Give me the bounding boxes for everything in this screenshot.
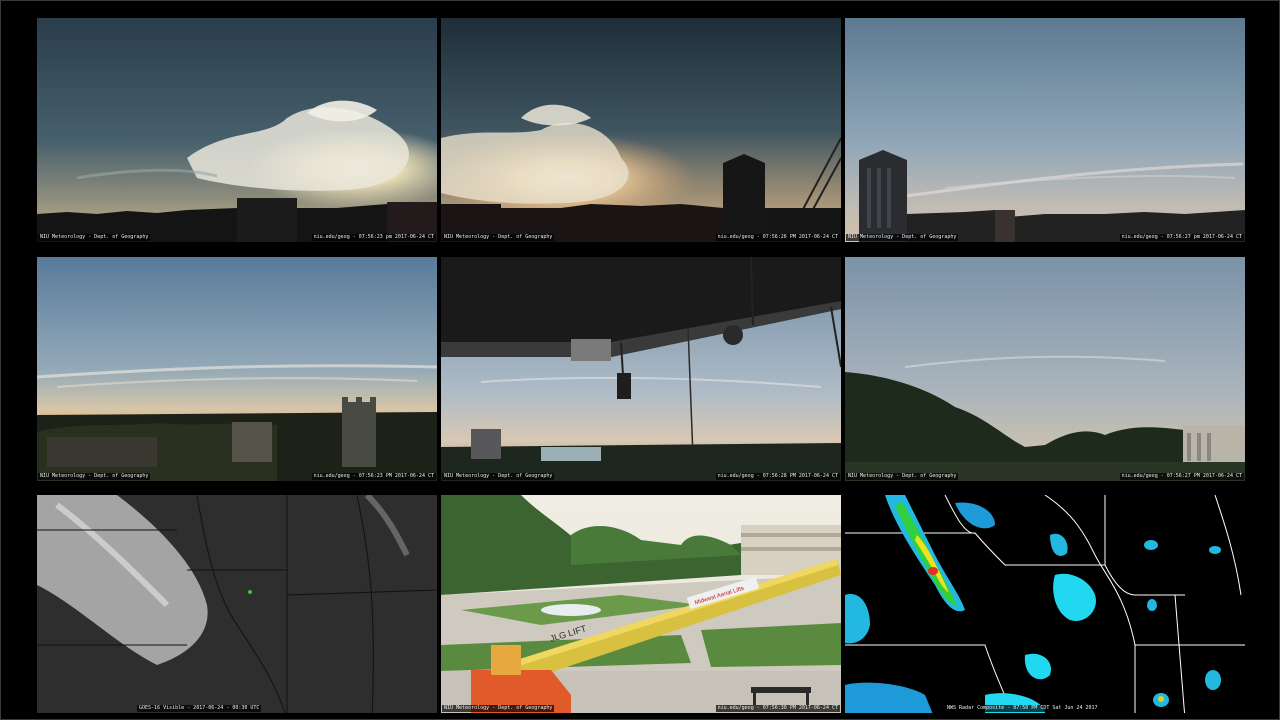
camera-caption-left: NIU Meteorology - Dept. of Geography bbox=[38, 473, 151, 480]
camera-caption-left: NIU Meteorology - Dept. of Geography bbox=[442, 234, 555, 241]
webcam-tile-2[interactable]: NIU Meteorology - Dept. of Geography niu… bbox=[441, 18, 841, 242]
radar-composite-map bbox=[845, 495, 1245, 713]
radar-tile[interactable]: NWS Radar Composite - 07:50 PM CDT Sat J… bbox=[845, 495, 1245, 713]
camera-caption-left: NIU Meteorology - Dept. of Geography bbox=[442, 705, 555, 712]
camera-caption-right: niu.edu/geog - 07:56:28 PM 2017-06-24 CT bbox=[715, 473, 840, 480]
camera-caption-right: niu.edu/geog - 07:56:23 pm 2017-06-24 CT bbox=[311, 234, 436, 241]
satellite-tile[interactable]: GOES-16 Visible - 2017-06-24 - 00:30 UTC bbox=[37, 495, 437, 713]
satellite-visible-image bbox=[37, 495, 437, 713]
webcam-image-tower-east bbox=[845, 18, 1245, 242]
webcam-tile-6[interactable]: NIU Meteorology - Dept. of Geography niu… bbox=[845, 257, 1245, 481]
webcam-tile-3[interactable]: NIU Meteorology - Dept. of Geography niu… bbox=[845, 18, 1245, 242]
camera-caption-right: niu.edu/geog - 07:56:23 PM 2017-06-24 CT bbox=[311, 473, 436, 480]
camera-caption-left: NIU Meteorology - Dept. of Geography bbox=[442, 473, 555, 480]
satellite-caption: GOES-16 Visible - 2017-06-24 - 00:30 UTC bbox=[137, 705, 262, 712]
radar-caption: NWS Radar Composite - 07:50 PM CDT Sat J… bbox=[945, 705, 1100, 712]
webcam-image-castle-horizon bbox=[37, 257, 437, 481]
webcam-tile-4[interactable]: NIU Meteorology - Dept. of Geography niu… bbox=[37, 257, 437, 481]
webcam-wall: NIU Meteorology - Dept. of Geography niu… bbox=[0, 0, 1280, 720]
camera-caption-right: niu.edu/geog - 07:56:27 pm 2017-06-24 CT bbox=[1119, 234, 1244, 241]
camera-caption-left: NIU Meteorology - Dept. of Geography bbox=[846, 234, 959, 241]
campus-cam-tile[interactable]: JLG LIFT Midwest Aerial Lifts NIU Meteor… bbox=[441, 495, 841, 713]
webcam-tile-5[interactable]: NIU Meteorology - Dept. of Geography niu… bbox=[441, 257, 841, 481]
camera-caption-left: NIU Meteorology - Dept. of Geography bbox=[38, 234, 151, 241]
camera-caption-right: niu.edu/geog - 07:56:26 PM 2017-06-24 CT bbox=[715, 234, 840, 241]
webcam-image-treeline bbox=[845, 257, 1245, 481]
webcam-tile-1[interactable]: NIU Meteorology - Dept. of Geography niu… bbox=[37, 18, 437, 242]
camera-caption-right: niu.edu/geog - 07:56:27 PM 2017-06-24 CT bbox=[1119, 473, 1244, 480]
camera-caption-left: NIU Meteorology - Dept. of Geography bbox=[846, 473, 959, 480]
webcam-image-campus-lift: JLG LIFT Midwest Aerial Lifts bbox=[441, 495, 841, 713]
webcam-image-sunset-west bbox=[37, 18, 437, 242]
webcam-image-sunset-tower bbox=[441, 18, 841, 242]
camera-caption-right: niu.edu/geog - 07:56:30 PM 2017-06-24 CT bbox=[715, 705, 840, 712]
webcam-image-overhang-view bbox=[441, 257, 841, 481]
